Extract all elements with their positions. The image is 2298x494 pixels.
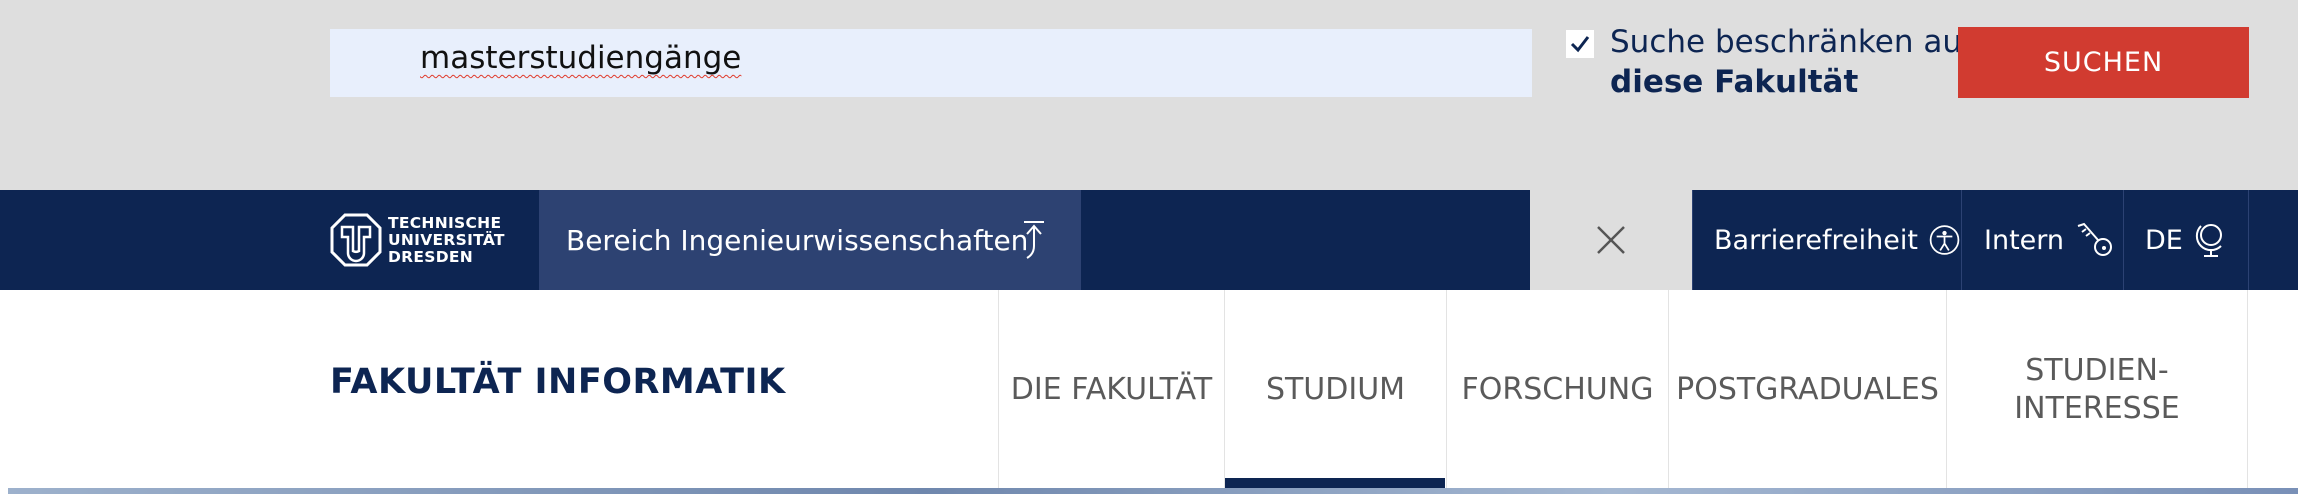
logo-line-1: TECHNISCHE [388,213,502,232]
logo-line-3: DRESDEN [388,247,474,266]
area-link-label: Bereich Ingenieurwissenschaften [566,223,1029,257]
hero-image-strip [8,488,2298,494]
main-navigation: FAKULTÄT INFORMATIK DIE FAKULTÄT STUDIUM… [0,290,2298,494]
tab-postgraduales[interactable]: POSTGRADUALES [1668,290,1946,490]
key-icon [2077,222,2113,256]
area-link[interactable]: Bereich Ingenieurwissenschaften [539,190,1081,290]
search-button[interactable]: SUCHEN [1958,27,2249,98]
logo-line-2: UNIVERSITÄT [388,230,505,249]
tab-forschung[interactable]: FORSCHUNG [1446,290,1668,490]
close-search-button[interactable] [1530,190,1692,290]
language-switch[interactable]: DE [2124,190,2249,290]
intern-link[interactable]: Intern [1962,190,2124,290]
accessibility-link[interactable]: Barrierefreiheit [1692,190,1962,290]
restrict-label-line2: diese Fakultät [1610,64,1859,100]
check-icon [1570,36,1590,53]
arrow-up-icon [1024,221,1044,259]
close-icon [1597,226,1625,254]
tab-studium[interactable]: STUDIUM [1224,290,1446,490]
restrict-search-checkbox[interactable] [1566,30,1594,58]
language-label: DE [2145,224,2183,256]
restrict-label-line1: Suche beschränken auf [1610,24,1973,60]
top-navigation: TECHNISCHE UNIVERSITÄT DRESDEN Bereich I… [0,190,2298,290]
search-bar: masterstudiengänge Suche beschränken auf… [0,0,2298,190]
search-query-text: masterstudiengänge [420,40,742,76]
restrict-search-label[interactable]: Suche beschränken auf diese Fakultät [1610,22,1973,102]
tud-logo-icon [330,213,382,267]
intern-label: Intern [1984,224,2065,256]
tab-studieninteresse-label: STUDIEN- INTERESSE [2014,353,2180,426]
tab-studieninteresse[interactable]: STUDIEN- INTERESSE [1946,290,2248,490]
tab-die-fakultaet[interactable]: DIE FAKULTÄT [998,290,1224,490]
tud-logo[interactable]: TECHNISCHE UNIVERSITÄT DRESDEN [330,211,510,269]
accessibility-icon [1929,225,1960,255]
faculty-title[interactable]: FAKULTÄT INFORMATIK [330,362,786,402]
accessibility-label: Barrierefreiheit [1714,224,1918,256]
globe-icon [2195,224,2222,257]
